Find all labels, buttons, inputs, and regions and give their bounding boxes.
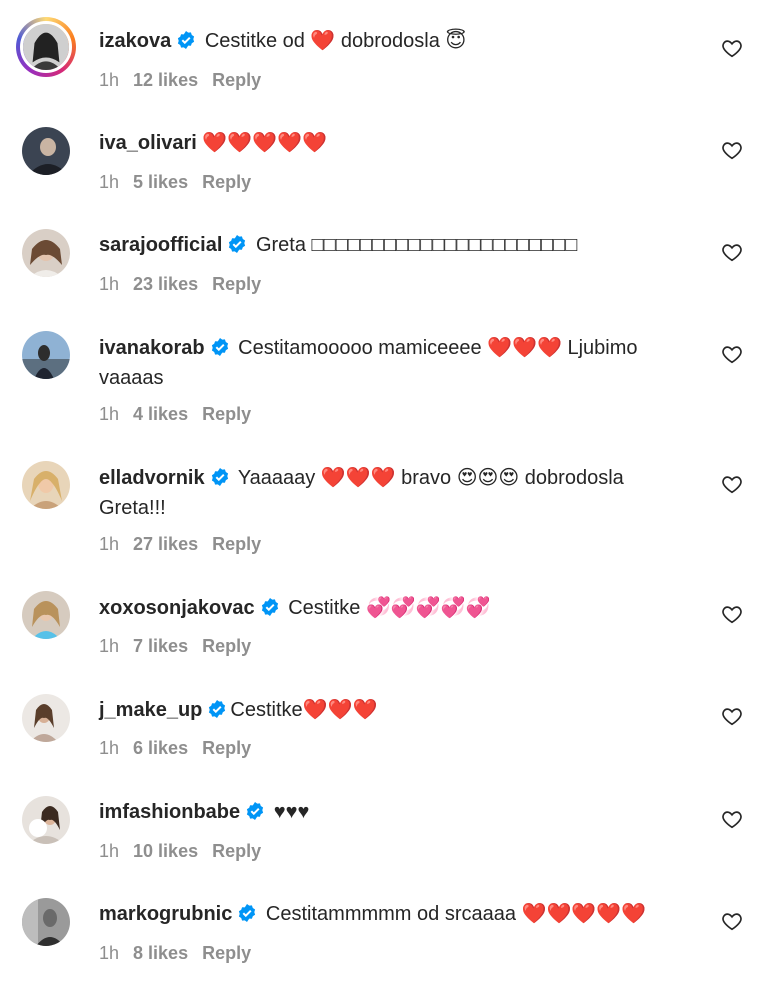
likes-count[interactable]: 27 likes xyxy=(133,534,198,554)
like-heart-icon[interactable] xyxy=(721,910,743,932)
avatar[interactable] xyxy=(22,229,70,277)
like-heart-icon[interactable] xyxy=(721,343,743,365)
avatar[interactable] xyxy=(22,694,70,742)
avatar[interactable] xyxy=(16,17,76,77)
username[interactable]: imfashionbabe xyxy=(99,801,240,823)
reply-button[interactable]: Reply xyxy=(202,636,251,656)
username[interactable]: elladvornik xyxy=(99,467,205,489)
verified-badge-icon xyxy=(260,597,280,617)
likes-count[interactable]: 4 likes xyxy=(133,404,188,424)
username[interactable]: izakova xyxy=(99,30,171,52)
avatar[interactable] xyxy=(22,461,70,509)
comment-text: Cestitke❤️❤️❤️ xyxy=(230,699,378,721)
username[interactable]: ivanakorab xyxy=(99,337,205,359)
like-heart-icon[interactable] xyxy=(721,473,743,495)
likes-count[interactable]: 5 likes xyxy=(133,172,188,192)
verified-badge-icon xyxy=(227,234,247,254)
reply-button[interactable]: Reply xyxy=(202,738,251,758)
timestamp[interactable]: 1h xyxy=(99,841,119,861)
like-heart-icon[interactable] xyxy=(721,603,743,625)
timestamp[interactable]: 1h xyxy=(99,943,119,963)
reply-button[interactable]: Reply xyxy=(212,534,261,554)
verified-badge-icon xyxy=(237,903,257,923)
verified-badge-icon xyxy=(245,801,265,821)
timestamp[interactable]: 1h xyxy=(99,404,119,424)
comment-text: Cestitke 💞💞💞💞💞 xyxy=(288,597,491,619)
verified-badge-icon xyxy=(176,30,196,50)
verified-badge-icon xyxy=(207,699,227,719)
like-heart-icon[interactable] xyxy=(721,37,743,59)
likes-count[interactable]: 7 likes xyxy=(133,636,188,656)
reply-button[interactable]: Reply xyxy=(202,172,251,192)
timestamp[interactable]: 1h xyxy=(99,534,119,554)
comment-text: Cestitammmmm od srcaaaa ❤️❤️❤️❤️❤️ xyxy=(265,903,647,925)
username[interactable]: xoxosonjakovac xyxy=(99,597,255,619)
comment-text: Cestitke od ❤️ dobrodosla 😇 xyxy=(204,30,467,52)
avatar[interactable] xyxy=(22,127,70,175)
like-heart-icon[interactable] xyxy=(721,808,743,830)
avatar[interactable] xyxy=(22,331,70,379)
comment-text: ❤️❤️❤️❤️❤️ xyxy=(202,132,327,154)
like-heart-icon[interactable] xyxy=(721,139,743,161)
timestamp[interactable]: 1h xyxy=(99,738,119,758)
likes-count[interactable]: 6 likes xyxy=(133,738,188,758)
timestamp[interactable]: 1h xyxy=(99,70,119,90)
likes-count[interactable]: 8 likes xyxy=(133,943,188,963)
avatar[interactable] xyxy=(22,591,70,639)
avatar[interactable] xyxy=(22,898,70,946)
likes-count[interactable]: 12 likes xyxy=(133,70,198,90)
likes-count[interactable]: 10 likes xyxy=(133,841,198,861)
timestamp[interactable]: 1h xyxy=(99,172,119,192)
username[interactable]: j_make_up xyxy=(99,699,202,721)
likes-count[interactable]: 23 likes xyxy=(133,274,198,294)
reply-button[interactable]: Reply xyxy=(212,274,261,294)
comment-text: ♥♥♥ xyxy=(273,801,310,823)
timestamp[interactable]: 1h xyxy=(99,274,119,294)
reply-button[interactable]: Reply xyxy=(212,70,261,90)
username[interactable]: sarajoofficial xyxy=(99,234,222,256)
username[interactable]: markogrubnic xyxy=(99,903,232,925)
comment-text: Greta □□□□□□□□□□□□□□□□□□□□□□ xyxy=(255,234,578,256)
like-heart-icon[interactable] xyxy=(721,705,743,727)
username[interactable]: iva_olivari xyxy=(99,132,197,154)
reply-button[interactable]: Reply xyxy=(202,404,251,424)
timestamp[interactable]: 1h xyxy=(99,636,119,656)
reply-button[interactable]: Reply xyxy=(202,943,251,963)
like-heart-icon[interactable] xyxy=(721,241,743,263)
verified-badge-icon xyxy=(210,467,230,487)
verified-badge-icon xyxy=(210,337,230,357)
reply-button[interactable]: Reply xyxy=(212,841,261,861)
avatar[interactable] xyxy=(22,796,70,844)
